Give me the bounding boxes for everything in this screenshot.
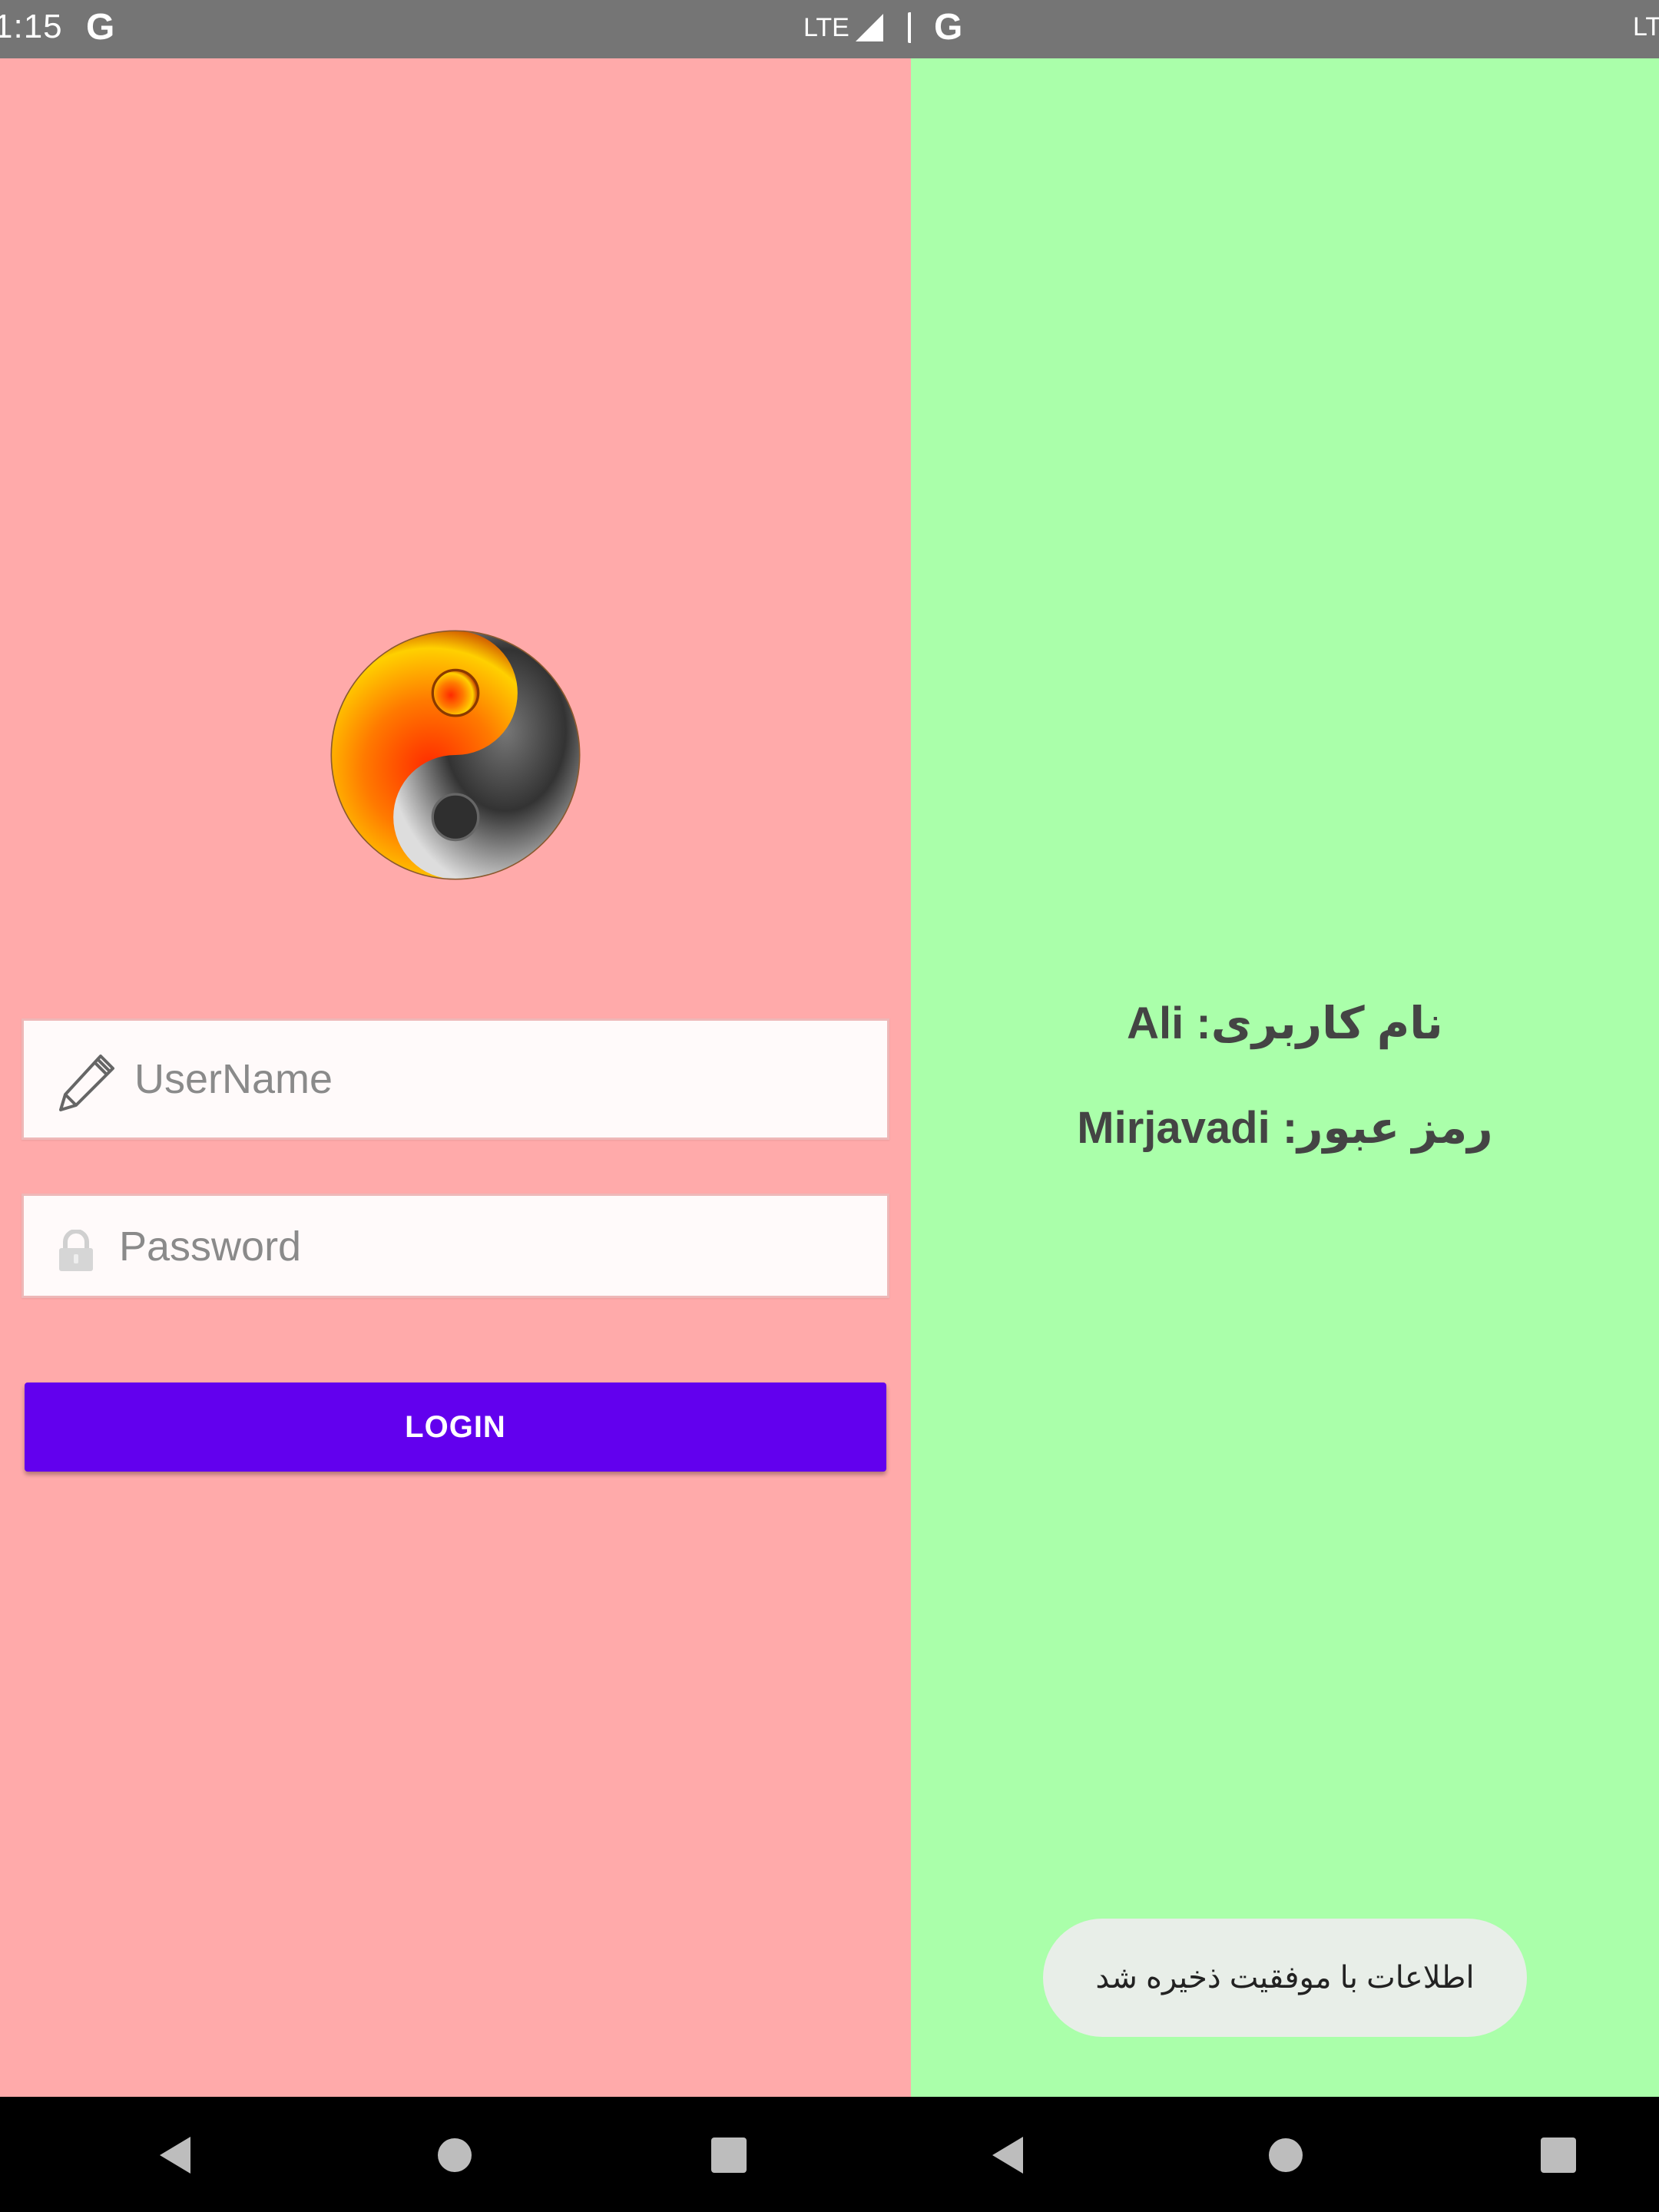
toast-message: اطلاعات با موفقیت ذخیره شد [1043, 1919, 1527, 2037]
left-screen: 1:15 G LTE UserName LOGIN [0, 0, 911, 2212]
password-value: Mirjavadi [1077, 1103, 1270, 1153]
password-input[interactable] [119, 1219, 864, 1274]
navigation-bar [0, 2097, 911, 2212]
password-field[interactable] [22, 1194, 889, 1298]
status-time: 1:15 [0, 8, 63, 45]
recents-icon[interactable] [711, 2137, 747, 2173]
navigation-bar [911, 2097, 1659, 2212]
username-display: Ali نام کاربری: [911, 997, 1659, 1049]
back-icon[interactable] [160, 2137, 190, 2174]
recents-icon[interactable] [1541, 2137, 1576, 2173]
back-icon[interactable] [992, 2137, 1023, 2174]
username-value: Ali [1127, 998, 1184, 1048]
right-screen: G LT Ali نام کاربری: Mirjavadi رمز عبور:… [911, 0, 1659, 2212]
username-input[interactable] [134, 1051, 864, 1107]
lock-icon [59, 1230, 93, 1271]
status-bar: G LT [911, 0, 1659, 58]
username-field[interactable] [22, 1018, 889, 1140]
google-icon: G [86, 7, 115, 48]
signal-icon [855, 14, 883, 41]
yin-yang-logo [330, 630, 581, 880]
password-display: Mirjavadi رمز عبور: [911, 1101, 1659, 1154]
home-icon[interactable] [1269, 2138, 1303, 2172]
result-screen: Ali نام کاربری: Mirjavadi رمز عبور: اطلا… [911, 58, 1659, 2097]
network-type: LT [1633, 12, 1659, 41]
status-bar: 1:15 G LTE [0, 0, 911, 58]
toast-text: اطلاعات با موفقیت ذخیره شد [1095, 1961, 1475, 1995]
login-screen: LOGIN [0, 58, 911, 2097]
home-icon[interactable] [438, 2138, 472, 2172]
pencil-icon [59, 1055, 114, 1111]
google-icon: G [934, 7, 963, 48]
network-type: LTE [803, 12, 849, 42]
username-label: نام کاربری: [1196, 998, 1443, 1048]
login-button[interactable]: LOGIN [25, 1382, 886, 1472]
password-label: رمز عبور: [1282, 1103, 1493, 1153]
